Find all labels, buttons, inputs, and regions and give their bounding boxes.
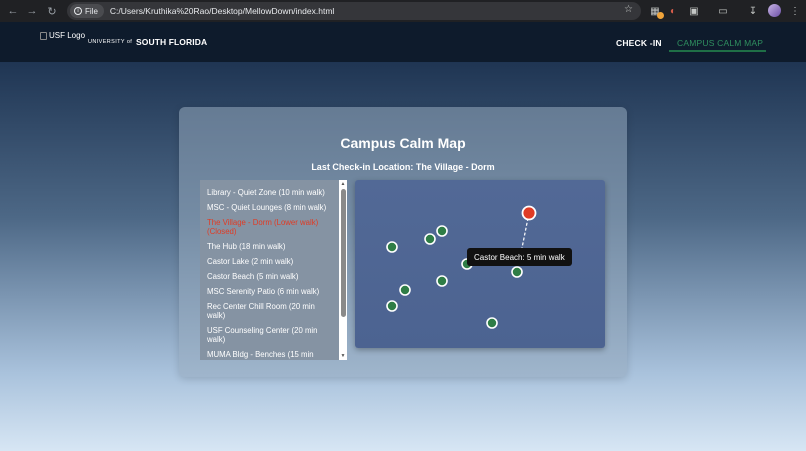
list-item[interactable]: The Hub (18 min walk) (207, 242, 333, 251)
back-icon[interactable]: ← (3, 0, 23, 22)
map-marker[interactable] (386, 241, 398, 253)
current-location-marker[interactable] (521, 205, 537, 221)
last-checkin-text: Last Check-in Location: The Village - Do… (311, 162, 495, 172)
map-marker-castor-beach[interactable] (511, 266, 523, 278)
scrollbar-thumb[interactable] (340, 189, 346, 317)
address-bar[interactable]: i File C:/Users/Kruthika%20Rao/Desktop/M… (67, 2, 641, 20)
browser-toolbar: ← → ↻ i File C:/Users/Kruthika%20Rao/Des… (0, 0, 806, 22)
file-chip-label: File (85, 6, 98, 16)
nav-campus-calm-map[interactable]: CAMPUS CALM MAP (677, 38, 763, 48)
list-item[interactable]: MUMA Bldg - Benches (15 min walk) (207, 350, 333, 360)
list-item[interactable]: MSC Serenity Patio (6 min walk) (207, 287, 333, 296)
list-item[interactable]: Rec Center Chill Room (20 min walk) (207, 302, 333, 320)
location-list[interactable]: Library - Quiet Zone (10 min walk) MSC -… (200, 180, 347, 360)
calm-map-card: Campus Calm Map Last Check-in Location: … (179, 107, 627, 377)
list-item[interactable]: MSC - Quiet Lounges (8 min walk) (207, 203, 333, 212)
list-scrollbar[interactable]: ▲ ▼ (339, 180, 347, 360)
extension-badge (657, 12, 664, 19)
url-text: C:/Users/Kruthika%20Rao/Desktop/MellowDo… (109, 6, 335, 16)
profile-avatar[interactable] (768, 4, 781, 17)
map-marker[interactable] (399, 284, 411, 296)
usf-logo[interactable]: USF Logo (40, 31, 85, 40)
list-item[interactable]: Castor Lake (2 min walk) (207, 257, 333, 266)
extension-icon[interactable]: ▦ (648, 4, 664, 19)
map-marker[interactable] (436, 275, 448, 287)
list-item-active[interactable]: The Village - Dorm (Lower walk) (Closed) (207, 218, 333, 236)
list-item[interactable]: Library - Quiet Zone (10 min walk) (207, 188, 333, 197)
site-header: USF Logo UNIVERSITY of SOUTH FLORIDA CHE… (0, 22, 806, 62)
nav-check-in[interactable]: CHECK -IN (616, 38, 662, 48)
reload-icon[interactable]: ↻ (42, 0, 62, 22)
cast-icon[interactable]: ▭ (716, 4, 730, 18)
site-info-chip[interactable]: i File (70, 4, 104, 18)
more-menu-icon[interactable]: ⋮ (788, 4, 802, 18)
map-marker[interactable] (486, 317, 498, 329)
page-title: Campus Calm Map (340, 135, 466, 151)
nav-active-underline (669, 50, 766, 52)
extension-red-icon[interactable]: ◐ (666, 4, 680, 18)
scroll-down-icon[interactable]: ▼ (340, 353, 346, 359)
download-icon[interactable]: ↧ (746, 4, 760, 18)
list-item[interactable]: USF Counseling Center (20 min walk) (207, 326, 333, 344)
info-icon: i (74, 7, 82, 15)
map-tooltip: Castor Beach: 5 min walk (467, 248, 572, 266)
map-marker[interactable] (436, 225, 448, 237)
university-of-text: UNIVERSITY of (88, 39, 133, 45)
south-florida-text: SOUTH FLORIDA (136, 37, 208, 47)
broken-image-icon (40, 31, 47, 40)
list-item[interactable]: Castor Beach (5 min walk) (207, 272, 333, 281)
map-marker[interactable] (386, 300, 398, 312)
puzzle-extensions-icon[interactable]: ▣ (687, 4, 701, 18)
logo-alt-text: USF Logo (49, 31, 86, 40)
bookmark-star-icon[interactable]: ☆ (624, 4, 633, 15)
scroll-up-icon[interactable]: ▲ (340, 181, 346, 187)
forward-icon[interactable]: → (22, 0, 42, 22)
map-marker[interactable] (424, 233, 436, 245)
